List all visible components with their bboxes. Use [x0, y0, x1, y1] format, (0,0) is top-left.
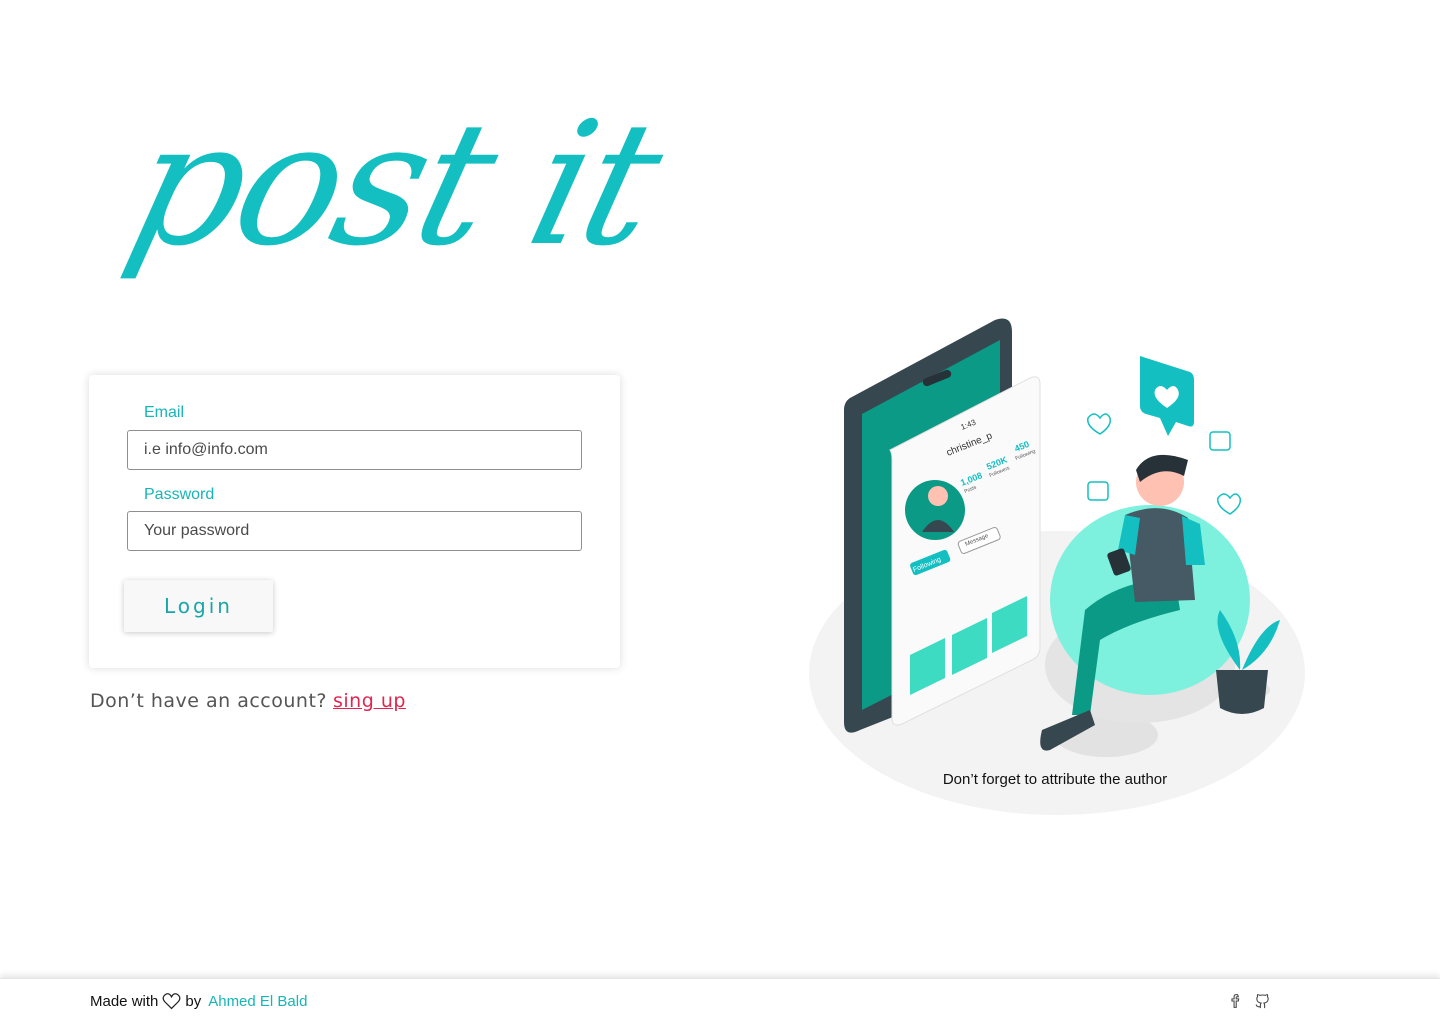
hero-illustration: 1:43 christine_p 1,008 Posts 520K Follow…: [790, 310, 1320, 830]
footer-credit: Made with by Ahmed El Bald: [90, 993, 307, 1010]
plant-pot: [1216, 670, 1268, 714]
footer: Made with by Ahmed El Bald: [0, 978, 1440, 1024]
email-field[interactable]: [127, 430, 582, 470]
social-media-illustration: 1:43 christine_p 1,008 Posts 520K Follow…: [809, 318, 1305, 815]
attribution-text: Don’t forget to attribute the author: [942, 771, 1168, 788]
password-field[interactable]: [127, 511, 582, 551]
login-button[interactable]: Login: [124, 580, 273, 632]
signup-prompt: Don’t have an account?: [90, 690, 327, 712]
login-card: Email Password Login: [89, 375, 620, 668]
email-label: Email: [144, 404, 185, 421]
password-label: Password: [144, 486, 215, 503]
signup-link[interactable]: sing up: [333, 690, 406, 712]
app-logo: post it: [111, 86, 677, 284]
author-link[interactable]: Ahmed El Bald: [208, 993, 307, 1010]
facebook-icon[interactable]: [1227, 992, 1244, 1010]
social-links: [1227, 992, 1271, 1010]
by-text: by: [185, 993, 202, 1010]
made-with-text: Made with: [90, 993, 159, 1010]
github-icon[interactable]: [1254, 992, 1271, 1010]
heart-icon: [162, 993, 181, 1010]
signup-row: Don’t have an account? sing up: [90, 690, 406, 712]
